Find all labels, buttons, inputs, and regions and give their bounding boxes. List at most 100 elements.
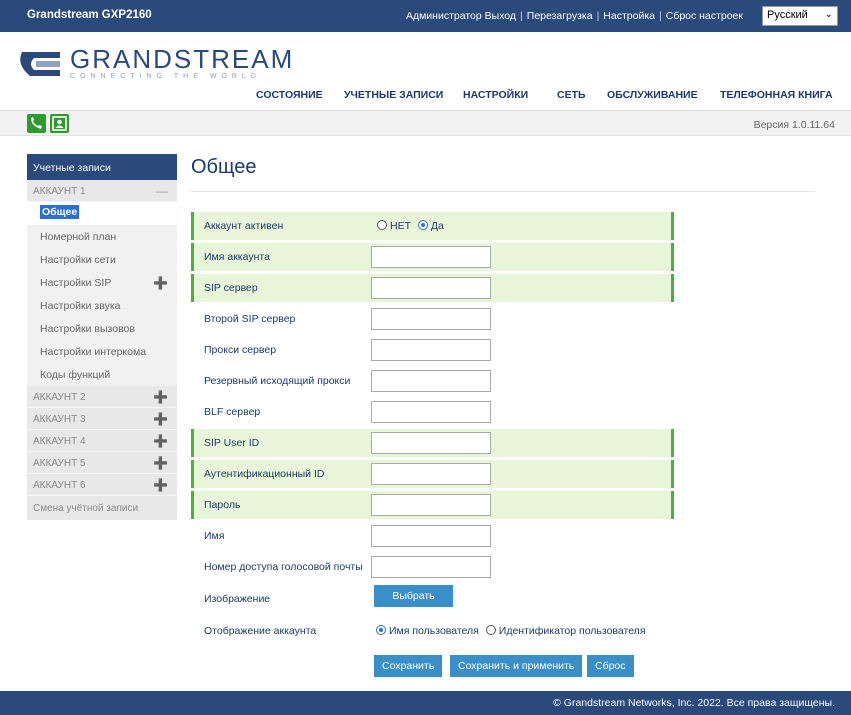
sidebar-account-label: АККАУНТ 1 — [33, 186, 86, 197]
save-button[interactable]: Сохранить — [374, 655, 443, 677]
collapse-icon[interactable]: — — [156, 184, 168, 198]
sidebar-account-label: АККАУНТ 4 — [33, 436, 86, 447]
nav-phonebook[interactable]: ТЕЛЕФОННАЯ КНИГА — [720, 89, 833, 101]
nav-accounts[interactable]: УЧЕТНЫЕ ЗАПИСИ — [344, 89, 443, 101]
nav-status[interactable]: СОСТОЯНИЕ — [256, 89, 323, 101]
display-user-name-radio[interactable] — [376, 625, 386, 635]
sip-server-input[interactable] — [371, 277, 491, 299]
radio-label: Идентификатор пользователя — [498, 625, 646, 637]
sip-user-id-input[interactable] — [371, 432, 491, 454]
page-title: Общее — [191, 156, 257, 178]
sidebar-account-5[interactable]: АККАУНТ 5 ➕ — [27, 452, 177, 474]
sidebar-item-general[interactable]: Общее — [27, 202, 177, 225]
name-row: Имя — [191, 522, 674, 550]
reboot-link[interactable]: Перезагрузка — [527, 10, 593, 22]
grandstream-logo-icon — [20, 52, 60, 76]
sip-user-id-row: SIP User ID — [191, 429, 674, 457]
field-label: Прокси сервер — [204, 344, 277, 356]
active-yes-radio[interactable] — [417, 220, 428, 230]
sidebar-account-label: АККАУНТ 2 — [33, 392, 86, 403]
reset-button[interactable]: Сброс — [587, 655, 634, 677]
sidebar-account-6[interactable]: АККАУНТ 6 ➕ — [27, 474, 177, 496]
sidebar-item-network-settings[interactable]: Настройки сети — [27, 248, 177, 271]
secondary-sip-server-input[interactable] — [371, 308, 491, 330]
field-label: Имя аккаунта — [204, 251, 270, 263]
password-input[interactable] — [371, 494, 491, 516]
nav-network[interactable]: СЕТЬ — [557, 89, 586, 101]
sidebar-item-label: Настройки SIP — [40, 277, 112, 289]
radio-label: Имя пользователя — [389, 625, 479, 637]
language-select[interactable]: Русский ⌄ — [762, 6, 838, 26]
sidebar-item-call-settings[interactable]: Настройки вызовов — [27, 317, 177, 340]
footer: © Grandstream Networks, Inc. 2022. Все п… — [0, 691, 851, 715]
expand-icon[interactable]: ➕ — [153, 412, 168, 426]
chevron-down-icon: ⌄ — [824, 9, 833, 20]
sub-bar: Версия 1.0.11.64 — [0, 110, 851, 136]
factory-reset-link[interactable]: Сброс настроек — [666, 10, 743, 22]
contacts-icon[interactable] — [50, 114, 69, 133]
top-bar: Grandstream GXP2160 Администратор Выход … — [0, 0, 851, 32]
sidebar-account-2[interactable]: АККАУНТ 2 ➕ — [27, 386, 177, 408]
sidebar-item-dial-plan[interactable]: Номерной план — [27, 225, 177, 248]
radio-label: Да — [430, 220, 444, 232]
active-no-radio[interactable] — [377, 220, 387, 230]
proxy-server-row: Прокси сервер — [191, 336, 674, 364]
account-active-radios: НЕТ Да — [377, 220, 444, 232]
sidebar-account-label: АККАУНТ 5 — [33, 458, 86, 469]
sidebar-account-1[interactable]: АККАУНТ 1 — — [27, 180, 177, 202]
secondary-sip-server-row: Второй SIP сервер — [191, 305, 674, 333]
expand-icon[interactable]: ➕ — [153, 478, 168, 492]
account-name-input[interactable] — [371, 246, 491, 268]
sidebar-header: Учетные записи — [27, 154, 177, 180]
sidebar-item-switch-account[interactable]: Смена учётной записи — [27, 496, 177, 520]
field-label: Имя — [204, 530, 225, 542]
blf-server-row: BLF сервер — [191, 398, 674, 426]
proxy-server-input[interactable] — [371, 339, 491, 361]
separator: | — [520, 10, 523, 22]
sidebar-item-feature-codes[interactable]: Коды функций — [27, 363, 177, 386]
sidebar-item-sip-settings[interactable]: Настройки SIP ➕ — [27, 271, 177, 294]
auth-id-input[interactable] — [371, 463, 491, 485]
field-label: SIP User ID — [204, 437, 260, 449]
sidebar-item-intercom-settings[interactable]: Настройки интеркома — [27, 340, 177, 363]
voicemail-input[interactable] — [371, 556, 491, 578]
firmware-version: Версия 1.0.11.64 — [753, 119, 835, 131]
nav-maintenance[interactable]: ОБСЛУЖИВАНИЕ — [607, 89, 698, 101]
blf-server-input[interactable] — [371, 401, 491, 423]
backup-proxy-input[interactable] — [371, 370, 491, 392]
expand-icon[interactable]: ➕ — [153, 390, 168, 404]
main-nav: СОСТОЯНИЕ УЧЕТНЫЕ ЗАПИСИ НАСТРОЙКИ СЕТЬ … — [0, 89, 851, 103]
image-row: Изображение Выбрать — [191, 585, 674, 613]
divider — [191, 191, 815, 192]
field-label: Аутентификационный ID — [204, 468, 325, 480]
field-label: Номер доступа голосовой почты — [204, 561, 363, 573]
sidebar-account-3[interactable]: АККАУНТ 3 ➕ — [27, 408, 177, 430]
expand-icon[interactable]: ➕ — [153, 456, 168, 470]
phone-icon[interactable] — [27, 114, 46, 133]
sidebar-item-audio-settings[interactable]: Настройки звука — [27, 294, 177, 317]
field-label: SIP сервер — [204, 282, 258, 294]
sidebar-account-label: АККАУНТ 3 — [33, 414, 86, 425]
auth-id-row: Аутентификационный ID — [191, 460, 674, 488]
field-label: Отображение аккаунта — [204, 625, 317, 637]
brand-name: GRANDSTREAM — [70, 44, 295, 74]
logo: GRANDSTREAM CONNECTING THE WORLD — [20, 44, 292, 84]
choose-image-button[interactable]: Выбрать — [374, 585, 453, 607]
sidebar-account-4[interactable]: АККАУНТ 4 ➕ — [27, 430, 177, 452]
field-label: Пароль — [204, 499, 241, 511]
name-input[interactable] — [371, 525, 491, 547]
nav-settings[interactable]: НАСТРОЙКИ — [463, 89, 528, 101]
logout-link[interactable]: Администратор Выход — [406, 10, 516, 22]
save-apply-button[interactable]: Сохранить и применить — [450, 655, 583, 677]
account-display-radios: Имя пользователя Идентификатор пользоват… — [376, 625, 646, 637]
expand-icon[interactable]: ➕ — [153, 434, 168, 448]
field-label: Изображение — [204, 593, 271, 605]
setup-link[interactable]: Настройка — [603, 10, 655, 22]
backup-proxy-row: Резервный исходящий прокси — [191, 367, 674, 395]
voicemail-row: Номер доступа голосовой почты — [191, 553, 674, 581]
display-user-id-radio[interactable] — [485, 625, 496, 635]
separator: | — [659, 10, 662, 22]
brand-tagline: CONNECTING THE WORLD — [70, 73, 261, 80]
top-links: Администратор Выход | Перезагрузка | Нас… — [406, 10, 743, 22]
expand-icon[interactable]: ➕ — [153, 276, 168, 290]
